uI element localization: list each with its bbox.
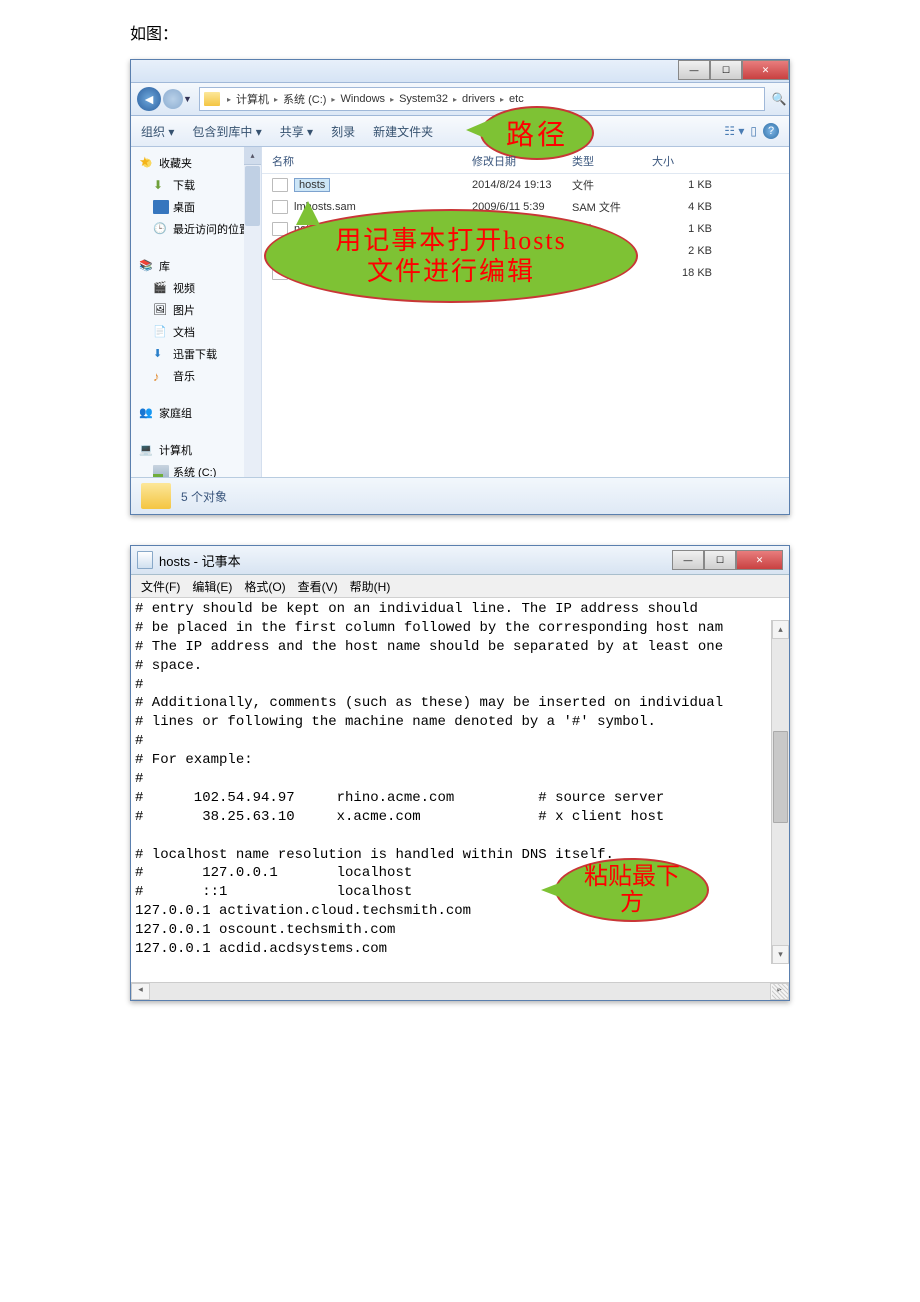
col-date[interactable]: 修改日期 — [472, 153, 572, 169]
menu-file[interactable]: 文件(F) — [135, 578, 186, 595]
file-row[interactable]: hosts2014/8/24 19:13文件1 KB — [262, 174, 789, 196]
search-icon[interactable]: 🔍 — [769, 88, 789, 110]
breadcrumb[interactable]: Windows — [338, 93, 387, 105]
col-name[interactable]: 名称 — [272, 153, 472, 169]
breadcrumb[interactable]: 系统 (C:) — [281, 91, 328, 107]
maximize-button[interactable]: ☐ — [704, 550, 736, 570]
explorer-window: — ☐ ✕ ◄ ▼ ▸ 计算机▸ 系统 (C:)▸ Windows▸ Syste… — [130, 59, 790, 515]
intro-text: 如图： — [130, 20, 790, 44]
column-headers[interactable]: 名称 修改日期 类型 大小 — [262, 147, 789, 174]
annotation-open-notepad: 用记事本打开hosts 文件进行编辑 — [264, 209, 638, 303]
notepad-icon — [137, 551, 153, 569]
sidebar-thunder[interactable]: 迅雷下载 — [139, 343, 261, 365]
menu-bar: 文件(F) 编辑(E) 格式(O) 查看(V) 帮助(H) — [131, 575, 789, 598]
notepad-title: hosts - 记事本 — [159, 551, 241, 570]
sidebar-pictures[interactable]: 图片 — [139, 299, 261, 321]
breadcrumb[interactable]: drivers — [460, 93, 497, 105]
horizontal-scrollbar[interactable]: ◂ ▸ — [131, 982, 789, 1000]
preview-pane-icon[interactable]: ▯ — [750, 124, 757, 138]
col-size[interactable]: 大小 — [652, 153, 712, 169]
sidebar-recent[interactable]: 最近访问的位置 — [139, 218, 261, 240]
history-dropdown[interactable]: ▼ — [183, 94, 195, 104]
sidebar-favorites[interactable]: 收藏夹 — [139, 152, 261, 174]
minimize-button[interactable]: — — [672, 550, 704, 570]
sidebar-videos[interactable]: 视频 — [139, 277, 261, 299]
sidebar: ▴ 收藏夹 下载 桌面 最近访问的位置 库 视频 图片 文档 迅雷下载 音乐 家… — [131, 147, 262, 477]
sidebar-downloads[interactable]: 下载 — [139, 174, 261, 196]
breadcrumb[interactable]: etc — [507, 93, 526, 105]
menu-edit[interactable]: 编辑(E) — [186, 578, 238, 595]
organize-menu[interactable]: 组织 ▾ — [141, 123, 174, 140]
sidebar-homegroup[interactable]: 家庭组 — [139, 402, 261, 424]
status-text: 5 个对象 — [181, 488, 227, 505]
menu-help[interactable]: 帮助(H) — [344, 578, 397, 595]
file-pane: 名称 修改日期 类型 大小 hosts2014/8/24 19:13文件1 KB… — [262, 147, 789, 477]
notepad-titlebar: hosts - 记事本 — ☐ ✕ — [131, 546, 789, 575]
status-bar: 5 个对象 — [131, 477, 789, 514]
new-folder-button[interactable]: 新建文件夹 — [373, 123, 433, 140]
file-icon — [272, 178, 288, 192]
sidebar-desktop[interactable]: 桌面 — [139, 196, 261, 218]
burn-button[interactable]: 刻录 — [331, 123, 355, 140]
sidebar-documents[interactable]: 文档 — [139, 321, 261, 343]
scrollbar[interactable]: ▴ — [244, 147, 261, 477]
minimize-button[interactable]: — — [678, 60, 710, 80]
menu-view[interactable]: 查看(V) — [292, 578, 344, 595]
close-button[interactable]: ✕ — [736, 550, 783, 570]
breadcrumb[interactable]: System32 — [397, 93, 450, 105]
vertical-scrollbar[interactable]: ▴ ▾ — [771, 620, 789, 964]
include-menu[interactable]: 包含到库中 ▾ — [192, 123, 261, 140]
annotation-paste-bottom: 粘贴最下 方 — [555, 858, 709, 922]
menu-format[interactable]: 格式(O) — [238, 578, 291, 595]
view-button[interactable]: ☷ ▾ — [724, 124, 744, 138]
folder-icon — [141, 483, 171, 509]
sidebar-music[interactable]: 音乐 — [139, 365, 261, 387]
back-button[interactable]: ◄ — [137, 87, 161, 111]
maximize-button[interactable]: ☐ — [710, 60, 742, 80]
share-menu[interactable]: 共享 ▾ — [280, 123, 313, 140]
titlebar: — ☐ ✕ — [131, 60, 789, 83]
sidebar-libraries[interactable]: 库 — [139, 255, 261, 277]
nav-bar: ◄ ▼ ▸ 计算机▸ 系统 (C:)▸ Windows▸ System32▸ d… — [131, 83, 789, 116]
close-button[interactable]: ✕ — [742, 60, 789, 80]
sidebar-drive-c[interactable]: 系统 (C:) — [139, 461, 261, 477]
help-icon[interactable]: ? — [763, 123, 779, 139]
folder-icon — [204, 92, 220, 106]
breadcrumb[interactable]: 计算机 — [234, 91, 271, 107]
file-icon — [272, 200, 288, 214]
notepad-window: hosts - 记事本 — ☐ ✕ 文件(F) 编辑(E) 格式(O) 查看(V… — [130, 545, 790, 1001]
sidebar-computer[interactable]: 计算机 — [139, 439, 261, 461]
col-type[interactable]: 类型 — [572, 153, 652, 169]
forward-button[interactable] — [163, 89, 183, 109]
address-bar[interactable]: ▸ 计算机▸ 系统 (C:)▸ Windows▸ System32▸ drive… — [199, 87, 765, 111]
text-area[interactable]: # entry should be kept on an individual … — [131, 598, 789, 982]
